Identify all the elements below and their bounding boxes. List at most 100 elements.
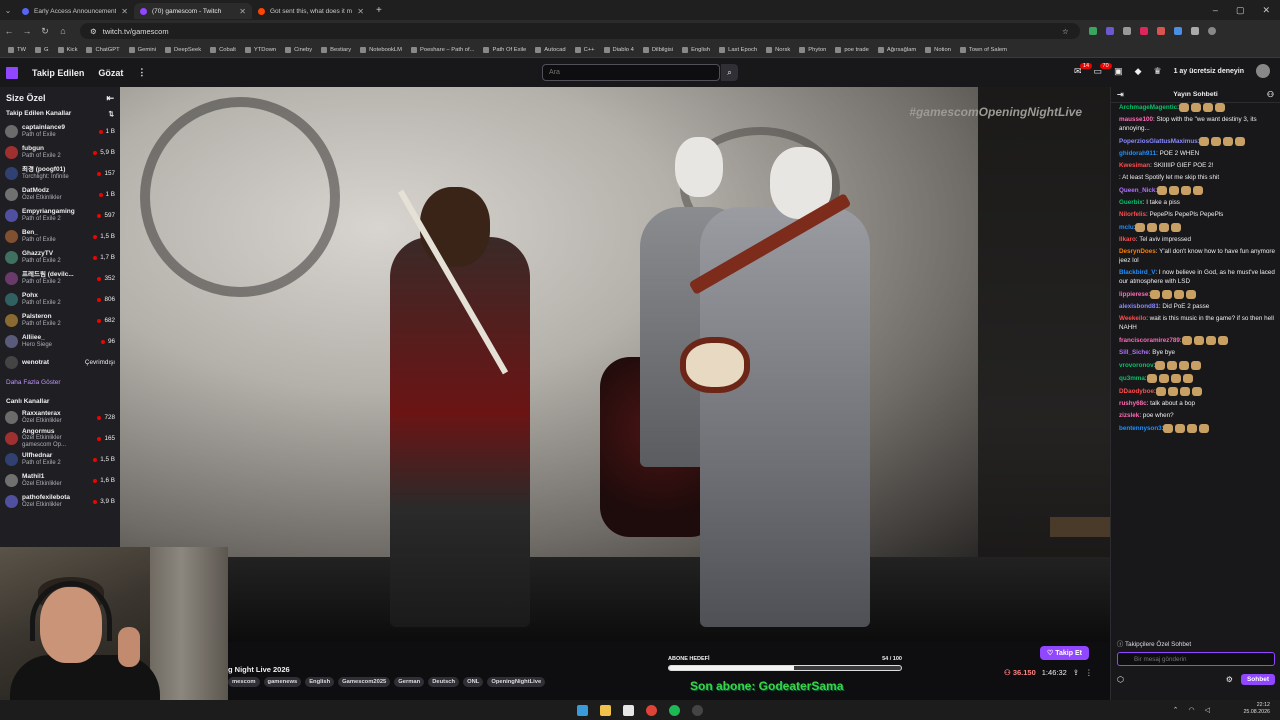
bookmark-item[interactable]: Notion (925, 46, 951, 53)
sidebar-channel[interactable]: 프레드림 (devilc... Path of Exile 2 352 (0, 268, 120, 289)
bookmark-item[interactable]: Poeshare – Path of... (410, 46, 474, 53)
chat-username[interactable]: Guerbix (1119, 199, 1143, 206)
reload-icon[interactable]: ↻ (36, 26, 54, 37)
stream-tag[interactable]: Deutsch (428, 677, 460, 687)
sort-icon[interactable]: ⇅ (109, 110, 114, 118)
extension-icon[interactable] (1190, 27, 1199, 35)
chat-username[interactable]: ghidorah911 (1119, 150, 1156, 157)
extension-icon[interactable] (1139, 27, 1148, 35)
close-icon[interactable]: ✕ (239, 7, 246, 16)
chat-username[interactable]: rushy68c (1119, 400, 1147, 407)
chat-username[interactable]: lippierese (1119, 291, 1148, 298)
nav-following[interactable]: Takip Edilen (32, 68, 84, 78)
chat-username[interactable]: vrovoronov (1119, 362, 1154, 369)
chat-username[interactable]: Queen_Nick (1119, 187, 1155, 194)
chat-username[interactable]: DDaodyboe (1119, 388, 1154, 395)
bookmark-item[interactable]: Town of Salem (959, 46, 1007, 53)
clock[interactable]: 22:12 25.08.2026 (1243, 702, 1270, 716)
window-close-icon[interactable]: ✕ (1262, 5, 1270, 16)
browser-tab-active[interactable]: (70) gamescom - Twitch ✕ (134, 3, 252, 19)
sidebar-channel[interactable]: GhazzyTV Path of Exile 2 1,7 B (0, 247, 120, 268)
whispers-icon[interactable]: ▭ 70 (1094, 62, 1112, 77)
new-tab-button[interactable]: + (376, 5, 382, 16)
collapse-sidebar-icon[interactable]: ⇤ (106, 93, 114, 104)
bits-icon[interactable]: ⬡ (1117, 675, 1124, 684)
store-icon[interactable] (623, 704, 634, 716)
sidebar-channel[interactable]: pathofexilebota Özel Etkinlikler 3,9 B (0, 491, 120, 512)
stream-tag[interactable]: English (305, 677, 335, 687)
nav-browse[interactable]: Gözat (98, 68, 123, 78)
chat-username[interactable]: mausse100 (1119, 116, 1153, 123)
more-menu-icon[interactable]: ⋮ (137, 67, 146, 78)
chat-username[interactable]: ArchmageMagentic (1119, 104, 1177, 111)
bookmark-item[interactable]: poe trade (835, 46, 869, 53)
wifi-icon[interactable]: ◠ (1189, 706, 1195, 714)
chat-username[interactable]: Blackbird_V (1119, 269, 1155, 276)
bookmark-item[interactable]: Gemini (128, 46, 156, 53)
chat-username[interactable]: PoperziosGlattusMaximus (1119, 138, 1198, 145)
chrome-icon[interactable] (646, 704, 657, 716)
extension-icon[interactable] (1105, 27, 1114, 35)
stream-tag[interactable]: German (394, 677, 425, 687)
obs-icon[interactable] (692, 704, 703, 716)
bookmark-item[interactable]: Diablo 4 (603, 46, 634, 53)
bookmark-item[interactable]: G (35, 46, 49, 53)
extension-icon[interactable] (1122, 27, 1131, 35)
stream-tag[interactable]: Gamescom2025 (338, 677, 391, 687)
bookmark-star-icon[interactable]: ☆ (1062, 27, 1069, 36)
minimize-icon[interactable]: – (1213, 5, 1218, 15)
bookmark-item[interactable]: Cineby (285, 46, 312, 53)
url-field[interactable]: ⚙ twitch.tv/gamescom (80, 23, 1080, 39)
bookmark-item[interactable]: ChatGPT (86, 46, 120, 53)
stream-tag[interactable]: mescom (228, 677, 260, 687)
chat-send-button[interactable]: Sohbet (1240, 674, 1275, 685)
bookmark-item[interactable]: Norsk (766, 46, 790, 53)
stream-tag[interactable]: OpeningNightLive (487, 677, 546, 687)
chat-username[interactable]: mclu (1119, 224, 1134, 231)
sidebar-channel[interactable]: Mathil1 Özel Etkinlikler 1,6 B (0, 470, 120, 491)
bookmark-item[interactable]: Kick (57, 46, 77, 53)
bookmark-item[interactable]: Bestiary (321, 46, 351, 53)
sidebar-channel[interactable]: 최경 (poogf01) Torchlight: Infinite 157 (0, 163, 120, 184)
chat-username[interactable]: zizslek (1119, 412, 1139, 419)
follow-button[interactable]: ♡ Takip Et (1040, 646, 1089, 660)
sidebar-channel[interactable]: Alliiee_ Hero Siege 96 (0, 331, 120, 352)
profile-icon[interactable] (1207, 27, 1216, 35)
bookmark-item[interactable]: English (682, 46, 710, 53)
bookmark-item[interactable]: Last Epoch (719, 46, 757, 53)
sidebar-channel[interactable]: DatModz Özel Etkinlikler 1 B (0, 184, 120, 205)
volume-icon[interactable]: ◁ (1205, 706, 1210, 714)
collapse-chat-icon[interactable]: ⇥ (1117, 90, 1124, 99)
bookmark-item[interactable]: Dilbilgisi (642, 46, 673, 53)
chat-username[interactable]: Weekeilo (1119, 315, 1146, 322)
chat-username[interactable]: Sill_Siche (1119, 349, 1149, 356)
tab-list-icon[interactable]: ⌄ (0, 6, 16, 15)
stream-tag[interactable]: gamenews (263, 677, 302, 687)
forward-icon[interactable]: → (18, 26, 36, 36)
maximize-icon[interactable]: ▢ (1236, 5, 1245, 16)
bookmark-item[interactable]: Path Of Exile (483, 46, 526, 53)
search-icon[interactable]: ⌕ (721, 64, 738, 81)
prime-icon[interactable]: ♛ (1154, 66, 1162, 77)
extension-icon[interactable] (1173, 27, 1182, 35)
chat-username[interactable]: bentennyson3 (1119, 425, 1162, 432)
sidebar-channel[interactable]: Ben_ Path of Exile 1,5 B (0, 226, 120, 247)
chat-username[interactable]: Kwesiman (1119, 162, 1150, 169)
sidebar-channel[interactable]: Angormus Özel Etkinlikler gamescom Op... 16… (0, 428, 120, 449)
close-icon[interactable]: ✕ (357, 7, 364, 16)
bookmark-item[interactable]: YTDown (244, 46, 276, 53)
extension-icon[interactable] (1156, 27, 1165, 35)
browser-tab[interactable]: Got sent this, what does it mea ✕ (252, 3, 370, 19)
sidebar-channel[interactable]: Raxxanterax Özel Etkinlikler 728 (0, 407, 120, 428)
back-icon[interactable]: ← (0, 26, 18, 36)
user-avatar[interactable] (1256, 64, 1270, 78)
bookmark-item[interactable]: Ağırsağlam (877, 46, 916, 53)
chat-username[interactable]: qu3mma (1119, 375, 1145, 382)
prime-trial-link[interactable]: 1 ay ücretsiz deneyin (1174, 68, 1244, 75)
sidebar-channel[interactable]: captainlance9 Path of Exile 1 B (0, 121, 120, 142)
notifications-icon[interactable]: ▣ (1114, 66, 1123, 77)
bits-icon[interactable]: ◆ (1135, 66, 1142, 77)
browser-tab[interactable]: Early Access Announcements ✕ (16, 3, 134, 19)
sidebar-channel[interactable]: Pohx Path of Exile 2 806 (0, 289, 120, 310)
sidebar-channel[interactable]: Empyriangaming Path of Exile 2 597 (0, 205, 120, 226)
